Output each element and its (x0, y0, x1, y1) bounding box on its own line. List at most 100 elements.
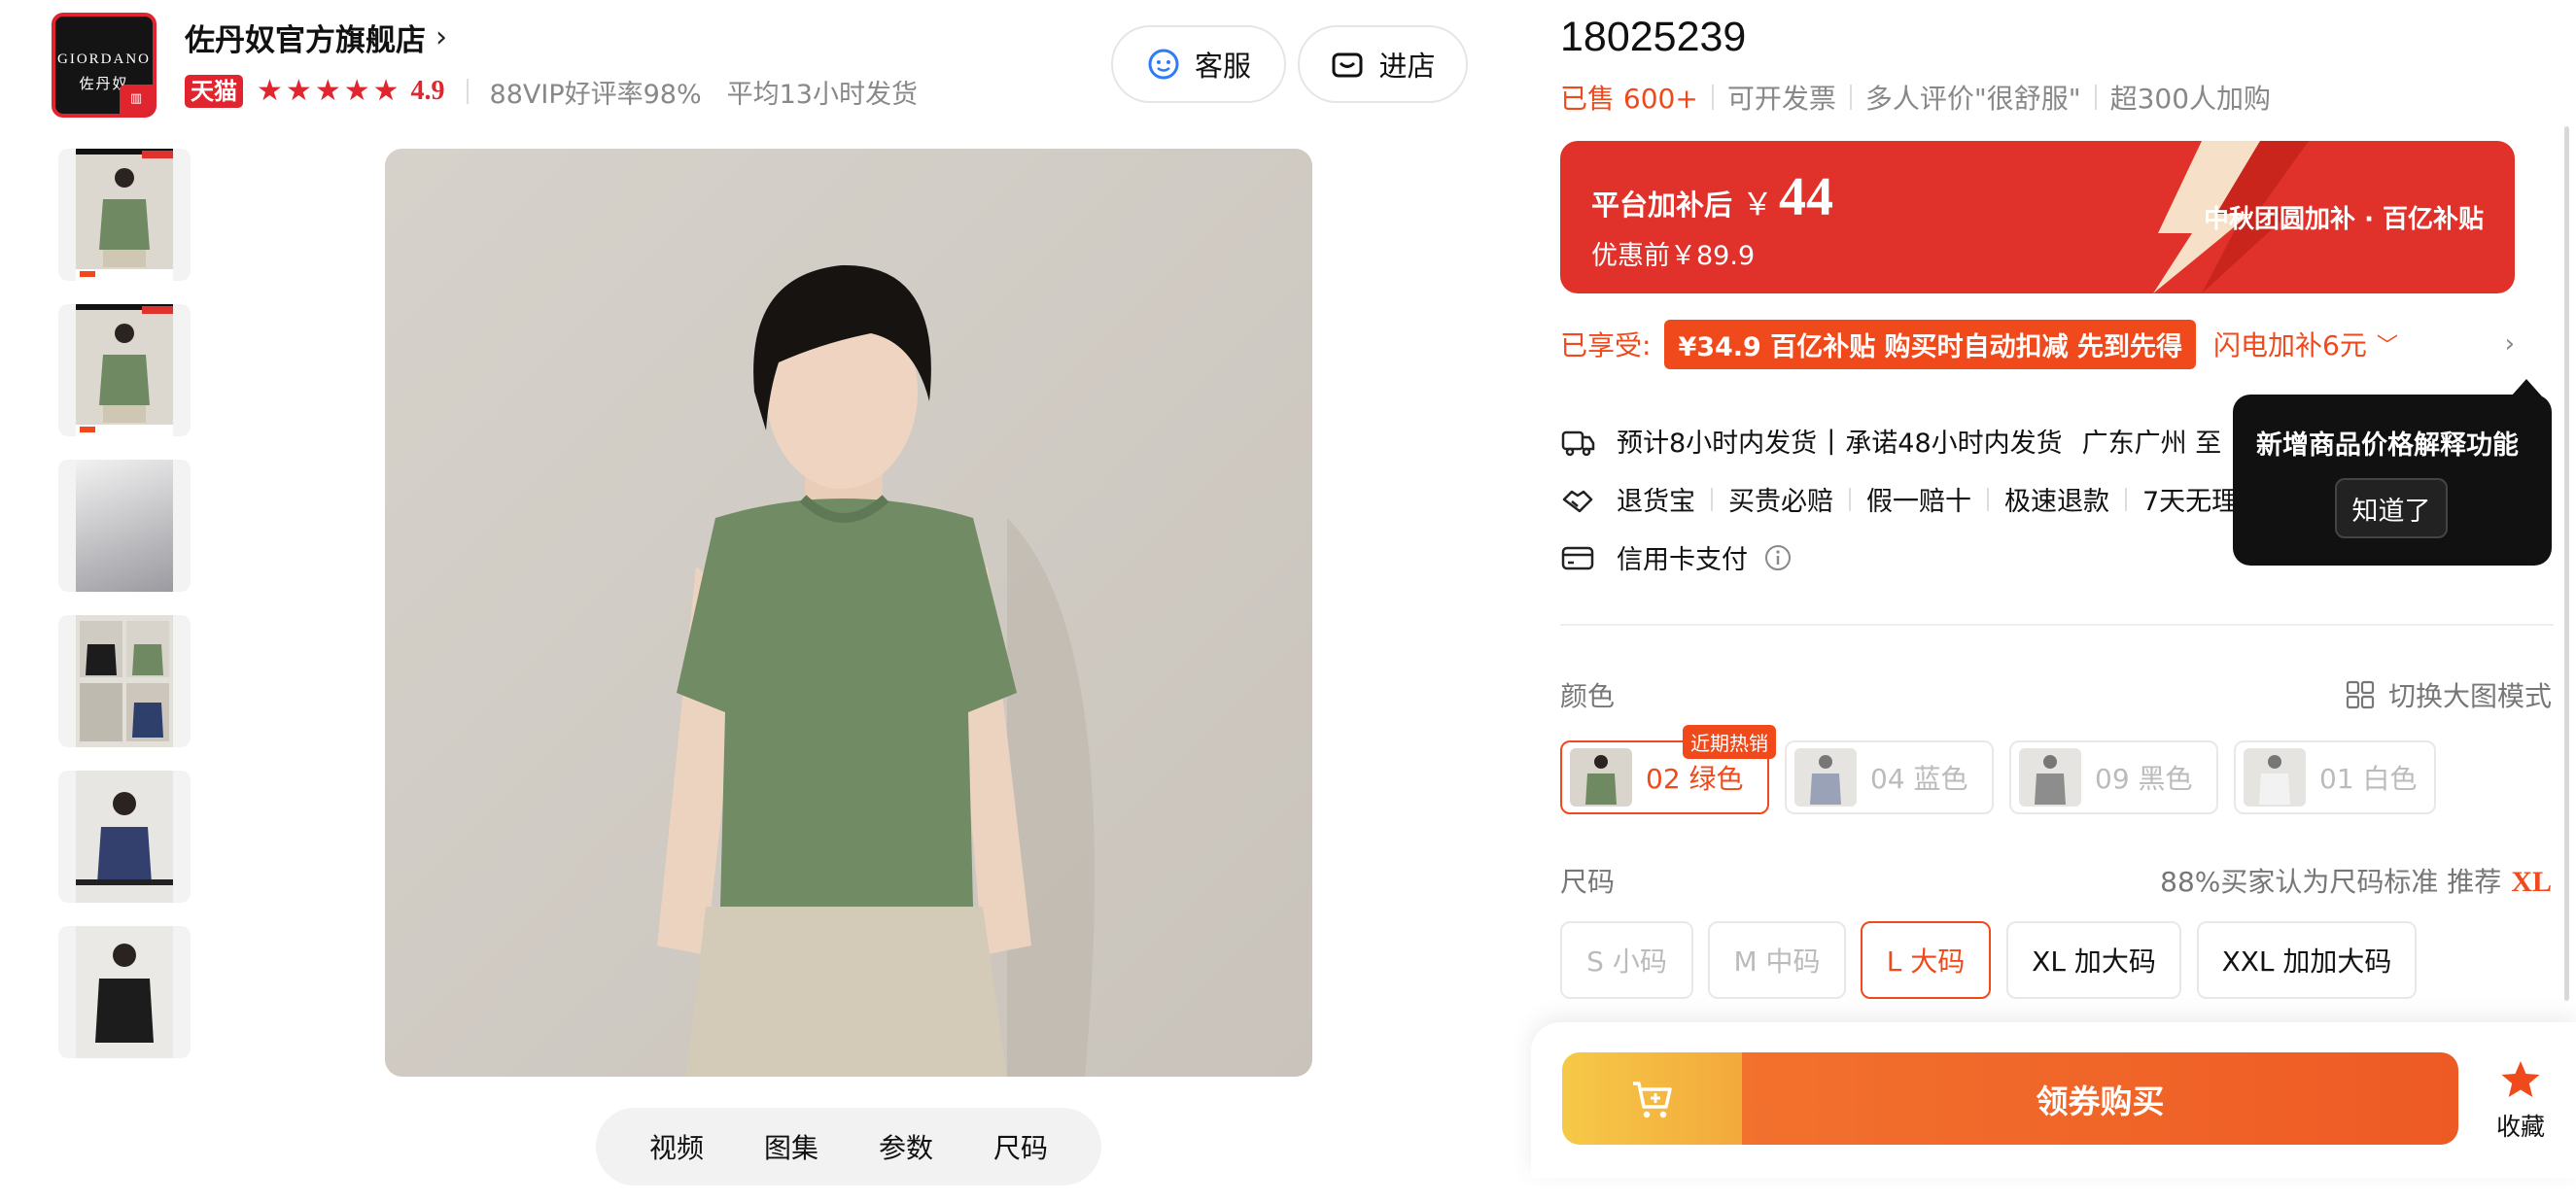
final-price-label: 平台加补后 (1591, 189, 1733, 222)
product-photo (76, 615, 173, 747)
star-icon: ★ (372, 74, 400, 108)
scrollbar[interactable] (2564, 126, 2569, 1001)
ship-time: 平均13小时发货 (726, 79, 918, 110)
thumbnail-1[interactable] (58, 149, 191, 281)
chevron-right-icon[interactable]: › (2505, 329, 2515, 359)
thumbnail-5[interactable] (58, 771, 191, 903)
tab-gallery[interactable]: 图集 (764, 1127, 818, 1166)
section-divider (1560, 624, 2554, 626)
enjoyed-label: 已享受: (1560, 329, 1652, 361)
payment-row: 信用卡支付 (1560, 538, 1793, 576)
thumbnail-6[interactable] (58, 926, 191, 1058)
store-logo[interactable]: GIORDANO 佐丹奴 ▥ (52, 13, 157, 118)
invoice-info: 可开发票 (1726, 83, 1836, 115)
buy-actions: 领券购买 (1562, 1052, 2458, 1145)
chart-icon: ▥ (120, 85, 153, 114)
divider (2125, 487, 2127, 511)
thumbnail-4[interactable] (58, 615, 191, 747)
product-title: 18025239 (1560, 14, 1747, 60)
star-icon (2501, 1061, 2540, 1097)
flash-subsidy: 闪电加补6元 (2213, 329, 2367, 361)
guarantee-item: 退货宝 (1617, 487, 1695, 517)
switch-mode-label: 切换大图模式 (2387, 680, 2552, 712)
favorite-button[interactable]: 收藏 (2491, 1059, 2550, 1143)
size-option-l[interactable]: L 大码 (1861, 921, 1991, 999)
store-name: 佐丹奴官方旗舰店 (185, 23, 426, 58)
review-summary[interactable]: 多人评价"很舒服" (1865, 78, 2081, 117)
color-swatch (1570, 748, 1632, 807)
model-figure (95, 944, 154, 1043)
switch-view-mode[interactable]: 切换大图模式 (2346, 675, 2552, 714)
color-option-blue[interactable]: 04 蓝色 (1785, 740, 1994, 814)
delivery-route[interactable]: 广东广州 至 (2082, 422, 2222, 460)
swatch-image (2259, 755, 2290, 805)
model-photo (385, 149, 1312, 1077)
coupon-buy-button[interactable]: 领券购买 (1742, 1052, 2458, 1145)
add-to-cart-button[interactable] (1562, 1052, 1742, 1145)
product-photo (76, 926, 173, 1058)
product-photo (76, 149, 173, 281)
color-option-label: 01 白色 (2319, 763, 2418, 795)
thumbnail-3[interactable] (58, 460, 191, 592)
divider (2094, 85, 2097, 110)
size-option-s[interactable]: S 小码 (1560, 921, 1693, 999)
tmall-badge: 天猫 (185, 75, 243, 108)
media-tabs: 视频 图集 参数 尺码 (596, 1108, 1101, 1186)
size-rec-value: XL (2511, 866, 2552, 898)
size-option-xl[interactable]: XL 加大码 (2006, 921, 2181, 999)
swatch-image (1585, 755, 1617, 805)
subsidy-row[interactable]: 已享受: ¥34.9 百亿补贴 购买时自动扣减 先到先得 闪电加补6元 ﹀ › (1560, 317, 2515, 371)
guarantee-item: 买贵必赔 (1728, 487, 1833, 517)
chevron-right-icon: › (435, 20, 447, 54)
star-icon: ★ (257, 74, 283, 108)
store-logo-brand: GIORDANO (57, 52, 151, 67)
size-option-m[interactable]: M 中码 (1708, 921, 1846, 999)
color-label: 颜色 (1560, 680, 1616, 712)
model-figure (80, 621, 169, 741)
delivery-estimate: 预计8小时内发货 (1617, 429, 1818, 459)
info-icon[interactable] (1763, 543, 1793, 572)
store-name-link[interactable]: 佐丹奴官方旗舰店 › (185, 16, 447, 59)
color-swatch (2019, 748, 2081, 807)
tooltip-text: 新增商品价格解释功能 (2256, 430, 2519, 461)
customer-service-label: 客服 (1194, 50, 1251, 83)
store-meta: 天猫 ★ ★ ★ ★ ★ 4.9 88VIP好评率98% 平均13小时发货 (185, 72, 918, 111)
final-price: 平台加补后 ￥ 44 (1591, 166, 1833, 228)
cart-icon (1632, 1081, 1672, 1117)
sales-row: 已售 600+ 可开发票 多人评价"很舒服" 超300人加购 (1560, 78, 2271, 117)
tab-params[interactable]: 参数 (879, 1127, 933, 1166)
main-product-image[interactable] (385, 149, 1312, 1077)
promo-label: 中秋团圆加补 · 百亿补贴 (2204, 205, 2484, 234)
color-option-black[interactable]: 09 黑色 (2009, 740, 2218, 814)
visit-store-button[interactable]: 进店 (1298, 25, 1468, 103)
color-option-white[interactable]: 01 白色 (2234, 740, 2436, 814)
tab-size[interactable]: 尺码 (993, 1127, 1048, 1166)
guarantee-row[interactable]: 退货宝 买贵必赔 假一赔十 极速退款 7天无理由退换 (1560, 480, 2316, 518)
customer-service-button[interactable]: 客服 (1111, 25, 1286, 103)
color-option-label: 09 黑色 (2095, 763, 2193, 795)
star-icon: ★ (314, 74, 341, 108)
truck-icon (1561, 430, 1595, 456)
color-option-label: 04 蓝色 (1870, 763, 1968, 795)
chat-icon (1148, 49, 1179, 80)
vip-rate: 88VIP好评率98% (489, 79, 702, 110)
color-swatch (1794, 748, 1857, 807)
got-it-button[interactable]: 知道了 (2335, 478, 2448, 538)
size-label: 尺码 (1560, 866, 1616, 898)
thumbnail-2[interactable] (58, 304, 191, 436)
price-explain-tooltip: 新增商品价格解释功能 知道了 (2233, 379, 2552, 566)
divider (1849, 487, 1851, 511)
fabric-photo (76, 460, 173, 592)
hot-sale-badge: 近期热销 (1683, 725, 1776, 759)
star-icon: ★ (343, 74, 370, 108)
guarantee-item: 极速退款 (2004, 487, 2109, 517)
final-price-amount: 44 (1779, 167, 1834, 227)
swatch-image (1810, 755, 1841, 805)
size-rec-text: 88%买家认为尺码标准 推荐 (2160, 866, 2502, 898)
store-icon (1332, 52, 1363, 78)
tab-video[interactable]: 视频 (649, 1127, 704, 1166)
subsidy-tag: ¥34.9 百亿补贴 购买时自动扣减 先到先得 (1664, 319, 2197, 369)
currency-symbol: ￥ (1742, 187, 1774, 222)
product-photo (76, 304, 173, 436)
size-option-xxl[interactable]: XXL 加加大码 (2197, 921, 2417, 999)
